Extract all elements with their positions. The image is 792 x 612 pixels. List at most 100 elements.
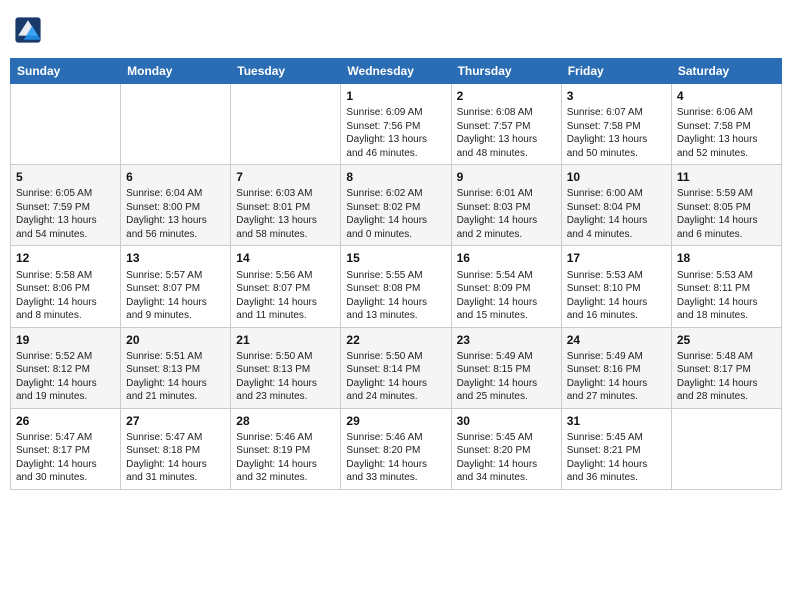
cell-content: 15Sunrise: 5:55 AMSunset: 8:08 PMDayligh… <box>346 250 445 322</box>
day-number: 13 <box>126 250 225 266</box>
day-number: 31 <box>567 413 666 429</box>
sunset-text: Sunset: 8:16 PM <box>567 363 666 377</box>
daylight-text: Daylight: 14 hours and 4 minutes. <box>567 214 666 241</box>
sunrise-text: Sunrise: 6:08 AM <box>457 106 556 120</box>
calendar-cell: 6Sunrise: 6:04 AMSunset: 8:00 PMDaylight… <box>121 165 231 246</box>
sunrise-text: Sunrise: 5:45 AM <box>567 431 666 445</box>
calendar-cell: 25Sunrise: 5:48 AMSunset: 8:17 PMDayligh… <box>671 327 781 408</box>
sunset-text: Sunset: 8:10 PM <box>567 282 666 296</box>
sunrise-text: Sunrise: 5:48 AM <box>677 350 776 364</box>
daylight-text: Daylight: 13 hours and 52 minutes. <box>677 133 776 160</box>
calendar-cell: 18Sunrise: 5:53 AMSunset: 8:11 PMDayligh… <box>671 246 781 327</box>
sunrise-text: Sunrise: 6:06 AM <box>677 106 776 120</box>
daylight-text: Daylight: 14 hours and 0 minutes. <box>346 214 445 241</box>
calendar-cell: 17Sunrise: 5:53 AMSunset: 8:10 PMDayligh… <box>561 246 671 327</box>
cell-content: 21Sunrise: 5:50 AMSunset: 8:13 PMDayligh… <box>236 332 335 404</box>
day-number: 11 <box>677 169 776 185</box>
sunset-text: Sunset: 8:08 PM <box>346 282 445 296</box>
sunset-text: Sunset: 8:17 PM <box>16 444 115 458</box>
day-number: 27 <box>126 413 225 429</box>
cell-content: 14Sunrise: 5:56 AMSunset: 8:07 PMDayligh… <box>236 250 335 322</box>
cell-content: 9Sunrise: 6:01 AMSunset: 8:03 PMDaylight… <box>457 169 556 241</box>
day-number: 24 <box>567 332 666 348</box>
sunrise-text: Sunrise: 5:52 AM <box>16 350 115 364</box>
daylight-text: Daylight: 14 hours and 16 minutes. <box>567 296 666 323</box>
daylight-text: Daylight: 14 hours and 8 minutes. <box>16 296 115 323</box>
sunrise-text: Sunrise: 6:00 AM <box>567 187 666 201</box>
day-number: 16 <box>457 250 556 266</box>
weekday-header-monday: Monday <box>121 59 231 84</box>
sunrise-text: Sunrise: 5:57 AM <box>126 269 225 283</box>
calendar-cell <box>121 84 231 165</box>
sunrise-text: Sunrise: 5:47 AM <box>16 431 115 445</box>
cell-content: 18Sunrise: 5:53 AMSunset: 8:11 PMDayligh… <box>677 250 776 322</box>
sunrise-text: Sunrise: 5:53 AM <box>677 269 776 283</box>
daylight-text: Daylight: 13 hours and 58 minutes. <box>236 214 335 241</box>
daylight-text: Daylight: 13 hours and 50 minutes. <box>567 133 666 160</box>
sunset-text: Sunset: 7:59 PM <box>16 201 115 215</box>
sunset-text: Sunset: 8:15 PM <box>457 363 556 377</box>
sunrise-text: Sunrise: 5:49 AM <box>567 350 666 364</box>
calendar-cell: 9Sunrise: 6:01 AMSunset: 8:03 PMDaylight… <box>451 165 561 246</box>
day-number: 9 <box>457 169 556 185</box>
cell-content: 6Sunrise: 6:04 AMSunset: 8:00 PMDaylight… <box>126 169 225 241</box>
calendar-cell: 27Sunrise: 5:47 AMSunset: 8:18 PMDayligh… <box>121 408 231 489</box>
calendar-cell: 28Sunrise: 5:46 AMSunset: 8:19 PMDayligh… <box>231 408 341 489</box>
cell-content: 24Sunrise: 5:49 AMSunset: 8:16 PMDayligh… <box>567 332 666 404</box>
calendar-cell: 15Sunrise: 5:55 AMSunset: 8:08 PMDayligh… <box>341 246 451 327</box>
calendar-cell: 31Sunrise: 5:45 AMSunset: 8:21 PMDayligh… <box>561 408 671 489</box>
daylight-text: Daylight: 13 hours and 46 minutes. <box>346 133 445 160</box>
cell-content: 3Sunrise: 6:07 AMSunset: 7:58 PMDaylight… <box>567 88 666 160</box>
sunset-text: Sunset: 8:07 PM <box>236 282 335 296</box>
sunrise-text: Sunrise: 5:55 AM <box>346 269 445 283</box>
day-number: 15 <box>346 250 445 266</box>
cell-content: 20Sunrise: 5:51 AMSunset: 8:13 PMDayligh… <box>126 332 225 404</box>
cell-content: 22Sunrise: 5:50 AMSunset: 8:14 PMDayligh… <box>346 332 445 404</box>
sunrise-text: Sunrise: 5:47 AM <box>126 431 225 445</box>
calendar-cell: 3Sunrise: 6:07 AMSunset: 7:58 PMDaylight… <box>561 84 671 165</box>
daylight-text: Daylight: 14 hours and 28 minutes. <box>677 377 776 404</box>
sunset-text: Sunset: 8:04 PM <box>567 201 666 215</box>
sunrise-text: Sunrise: 5:50 AM <box>236 350 335 364</box>
cell-content: 16Sunrise: 5:54 AMSunset: 8:09 PMDayligh… <box>457 250 556 322</box>
daylight-text: Daylight: 14 hours and 21 minutes. <box>126 377 225 404</box>
daylight-text: Daylight: 14 hours and 36 minutes. <box>567 458 666 485</box>
calendar-cell: 21Sunrise: 5:50 AMSunset: 8:13 PMDayligh… <box>231 327 341 408</box>
sunset-text: Sunset: 8:18 PM <box>126 444 225 458</box>
week-row-1: 1Sunrise: 6:09 AMSunset: 7:56 PMDaylight… <box>11 84 782 165</box>
week-row-2: 5Sunrise: 6:05 AMSunset: 7:59 PMDaylight… <box>11 165 782 246</box>
sunrise-text: Sunrise: 5:58 AM <box>16 269 115 283</box>
sunset-text: Sunset: 8:17 PM <box>677 363 776 377</box>
calendar-cell <box>11 84 121 165</box>
sunset-text: Sunset: 8:00 PM <box>126 201 225 215</box>
daylight-text: Daylight: 13 hours and 56 minutes. <box>126 214 225 241</box>
day-number: 7 <box>236 169 335 185</box>
calendar-cell: 30Sunrise: 5:45 AMSunset: 8:20 PMDayligh… <box>451 408 561 489</box>
daylight-text: Daylight: 14 hours and 2 minutes. <box>457 214 556 241</box>
weekday-header-row: SundayMondayTuesdayWednesdayThursdayFrid… <box>11 59 782 84</box>
sunrise-text: Sunrise: 5:56 AM <box>236 269 335 283</box>
day-number: 26 <box>16 413 115 429</box>
day-number: 19 <box>16 332 115 348</box>
weekday-header-thursday: Thursday <box>451 59 561 84</box>
sunset-text: Sunset: 8:02 PM <box>346 201 445 215</box>
sunset-text: Sunset: 7:58 PM <box>567 120 666 134</box>
daylight-text: Daylight: 14 hours and 18 minutes. <box>677 296 776 323</box>
daylight-text: Daylight: 14 hours and 9 minutes. <box>126 296 225 323</box>
sunset-text: Sunset: 8:11 PM <box>677 282 776 296</box>
week-row-5: 26Sunrise: 5:47 AMSunset: 8:17 PMDayligh… <box>11 408 782 489</box>
calendar-cell: 11Sunrise: 5:59 AMSunset: 8:05 PMDayligh… <box>671 165 781 246</box>
sunset-text: Sunset: 7:58 PM <box>677 120 776 134</box>
sunrise-text: Sunrise: 6:03 AM <box>236 187 335 201</box>
calendar-cell <box>671 408 781 489</box>
sunset-text: Sunset: 8:20 PM <box>457 444 556 458</box>
day-number: 21 <box>236 332 335 348</box>
cell-content: 25Sunrise: 5:48 AMSunset: 8:17 PMDayligh… <box>677 332 776 404</box>
calendar-cell: 24Sunrise: 5:49 AMSunset: 8:16 PMDayligh… <box>561 327 671 408</box>
sunset-text: Sunset: 8:07 PM <box>126 282 225 296</box>
day-number: 4 <box>677 88 776 104</box>
sunset-text: Sunset: 8:19 PM <box>236 444 335 458</box>
day-number: 28 <box>236 413 335 429</box>
sunrise-text: Sunrise: 6:09 AM <box>346 106 445 120</box>
daylight-text: Daylight: 14 hours and 33 minutes. <box>346 458 445 485</box>
